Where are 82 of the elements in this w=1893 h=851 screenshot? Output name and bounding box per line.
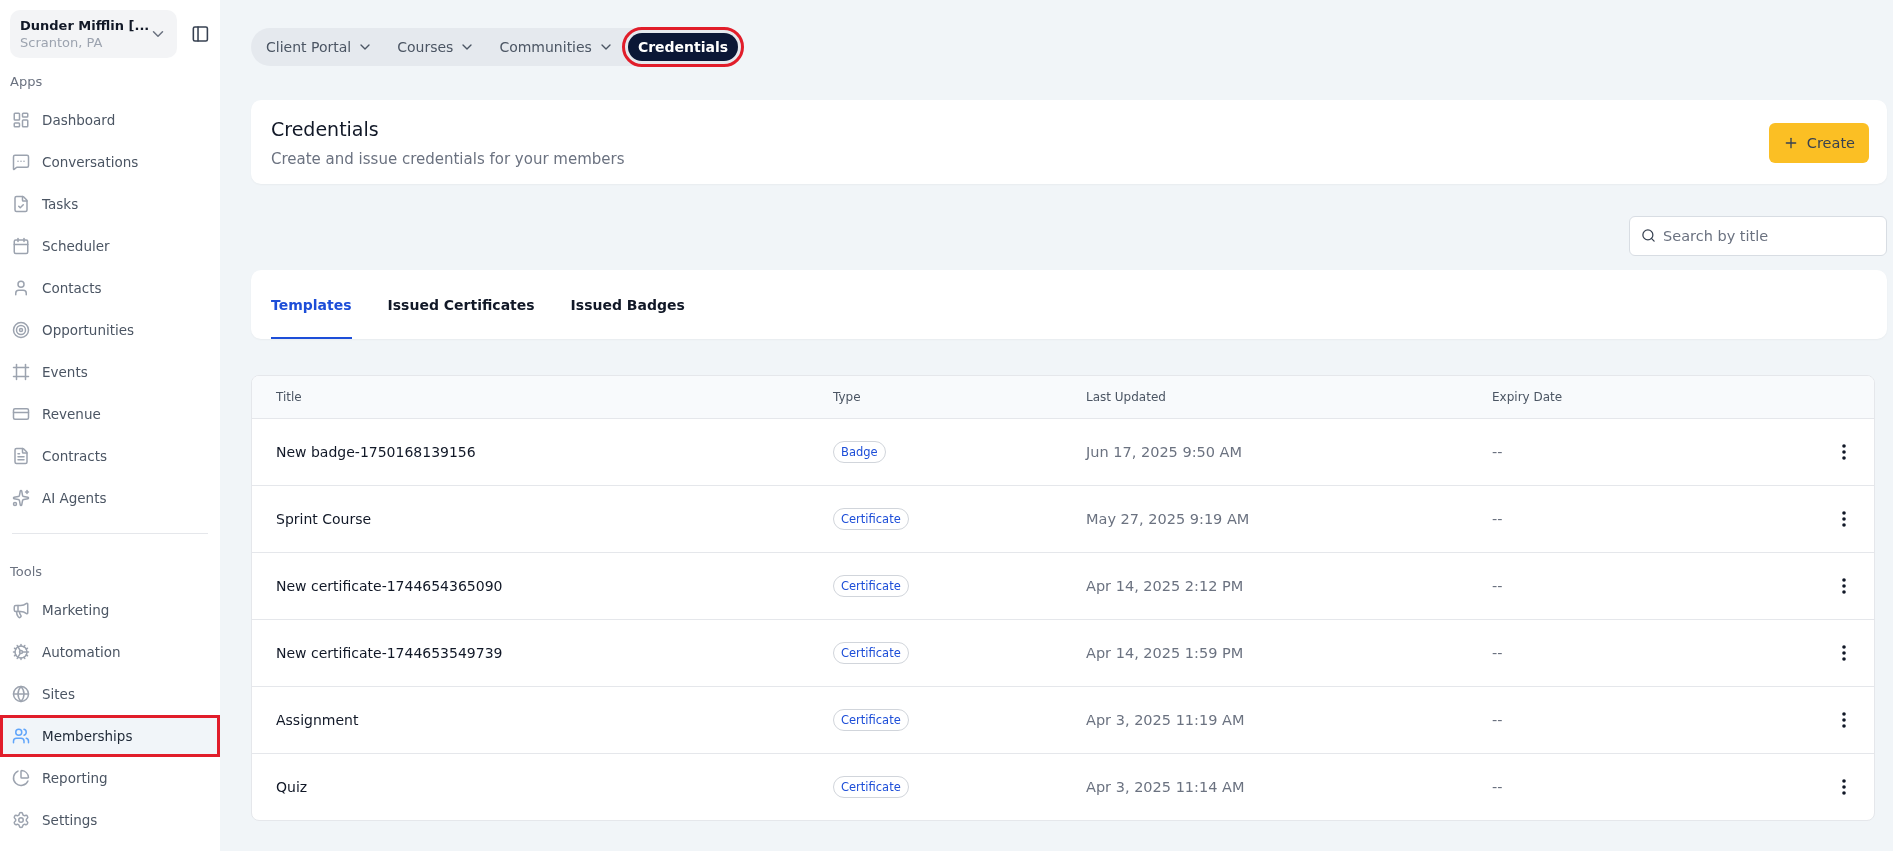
calendar-icon (12, 237, 30, 255)
sidebar-item[interactable]: Memberships (0, 715, 220, 757)
more-options-button[interactable] (1840, 576, 1848, 596)
frame-icon (12, 363, 30, 381)
expiry-cell-text: -- (1491, 712, 1503, 728)
sidebar-item[interactable]: Tasks (0, 183, 220, 225)
globe-icon (12, 685, 30, 703)
more-options-icon (1842, 578, 1846, 594)
more-options-button[interactable] (1840, 442, 1848, 462)
column-header: Title (275, 390, 302, 404)
title-cell-text: New certificate-1744654365090 (275, 578, 503, 594)
tab[interactable]: Issued Badges (570, 270, 685, 339)
sidebar-item[interactable]: Revenue (0, 393, 220, 435)
sparkle-icon (12, 489, 30, 507)
sidebar-item[interactable]: Events (0, 351, 220, 393)
nav-tab[interactable]: Client Portal (256, 33, 384, 61)
search-field[interactable]: Search by title (1629, 216, 1887, 256)
title-cell-text: Sprint Course (275, 511, 372, 527)
sidebar-item[interactable]: Reporting (0, 757, 220, 799)
column-header: Type (832, 390, 861, 404)
more-options-icon (1842, 645, 1846, 661)
column-header: Expiry Date (1491, 390, 1563, 404)
account-location: Scranton, PA (20, 35, 104, 50)
more-options-icon (1842, 511, 1846, 527)
nav-tab[interactable]: Courses (387, 33, 486, 61)
chat-icon (12, 153, 30, 171)
date-cell-text: Apr 3, 2025 11:19 AM (1085, 712, 1245, 728)
megaphone-icon (12, 601, 30, 619)
people-icon (12, 727, 30, 745)
tab[interactable]: Templates (271, 270, 352, 339)
title-cell-text: Quiz (275, 779, 308, 795)
date-cell-text: Jun 17, 2025 9:50 AM (1084, 444, 1243, 460)
title-cell-text: Assignment (275, 712, 359, 728)
dashboard-icon (12, 111, 30, 129)
sidebar-item[interactable]: Settings (0, 799, 220, 841)
sidebar-item[interactable]: Sites (0, 673, 220, 715)
document-icon (12, 447, 30, 465)
settings-icon (12, 811, 30, 829)
more-options-icon (1842, 712, 1846, 728)
card-icon (12, 405, 30, 423)
gears-icon (12, 643, 30, 661)
title-cell-text: New badge-1750168139156 (275, 444, 476, 460)
title-cell-text: New certificate-1744653549739 (275, 645, 503, 661)
sidebar-item[interactable]: Conversations (0, 141, 220, 183)
date-cell-text: Apr 14, 2025 2:12 PM (1085, 578, 1244, 594)
section-title: Tools (9, 563, 44, 581)
sidebar-toggle-icon[interactable] (191, 24, 210, 44)
target-icon (12, 321, 30, 339)
page-title: Credentials (271, 118, 380, 140)
sidebar-item[interactable]: Marketing (0, 589, 220, 631)
document-check-icon (12, 195, 30, 213)
date-cell-text: Apr 14, 2025 1:59 PM (1085, 645, 1244, 661)
create-button[interactable]: Create (1768, 123, 1869, 163)
sidebar-item[interactable]: Dashboard (0, 99, 220, 141)
tab[interactable]: Issued Certificates (387, 270, 535, 339)
more-options-icon (1842, 779, 1846, 795)
pie-chart-icon (12, 769, 30, 787)
column-header: Last Updated (1085, 390, 1166, 404)
more-options-button[interactable] (1840, 643, 1848, 663)
page-subtitle: Create and issue credentials for your members (271, 150, 625, 168)
account-switcher[interactable]: Dunder Mifflin [... Scranton, PA (10, 10, 178, 58)
sidebar-item[interactable]: Scheduler (0, 225, 220, 267)
expiry-cell-text: -- (1491, 444, 1503, 460)
sidebar-item[interactable]: Contacts (0, 267, 220, 309)
date-cell-text: May 27, 2025 9:19 AM (1085, 511, 1250, 527)
account-name: Dunder Mifflin [... (20, 18, 150, 33)
date-cell-text: Apr 3, 2025 11:14 AM (1085, 779, 1245, 795)
expiry-cell-text: -- (1491, 779, 1503, 795)
expiry-cell-text: -- (1491, 511, 1503, 527)
sidebar-item[interactable]: Automation (0, 631, 220, 673)
person-icon (12, 279, 30, 297)
nav-tab[interactable]: Communities (489, 33, 624, 61)
more-options-icon (1842, 444, 1846, 460)
sidebar-item[interactable]: Opportunities (0, 309, 220, 351)
section-title: Apps (9, 73, 44, 91)
sidebar-item[interactable]: Contracts (0, 435, 220, 477)
more-options-button[interactable] (1840, 777, 1848, 797)
expiry-cell-text: -- (1491, 578, 1503, 594)
expiry-cell-text: -- (1491, 645, 1503, 661)
more-options-button[interactable] (1840, 710, 1848, 730)
more-options-button[interactable] (1840, 509, 1848, 529)
sidebar-item[interactable]: AI Agents (0, 477, 220, 519)
